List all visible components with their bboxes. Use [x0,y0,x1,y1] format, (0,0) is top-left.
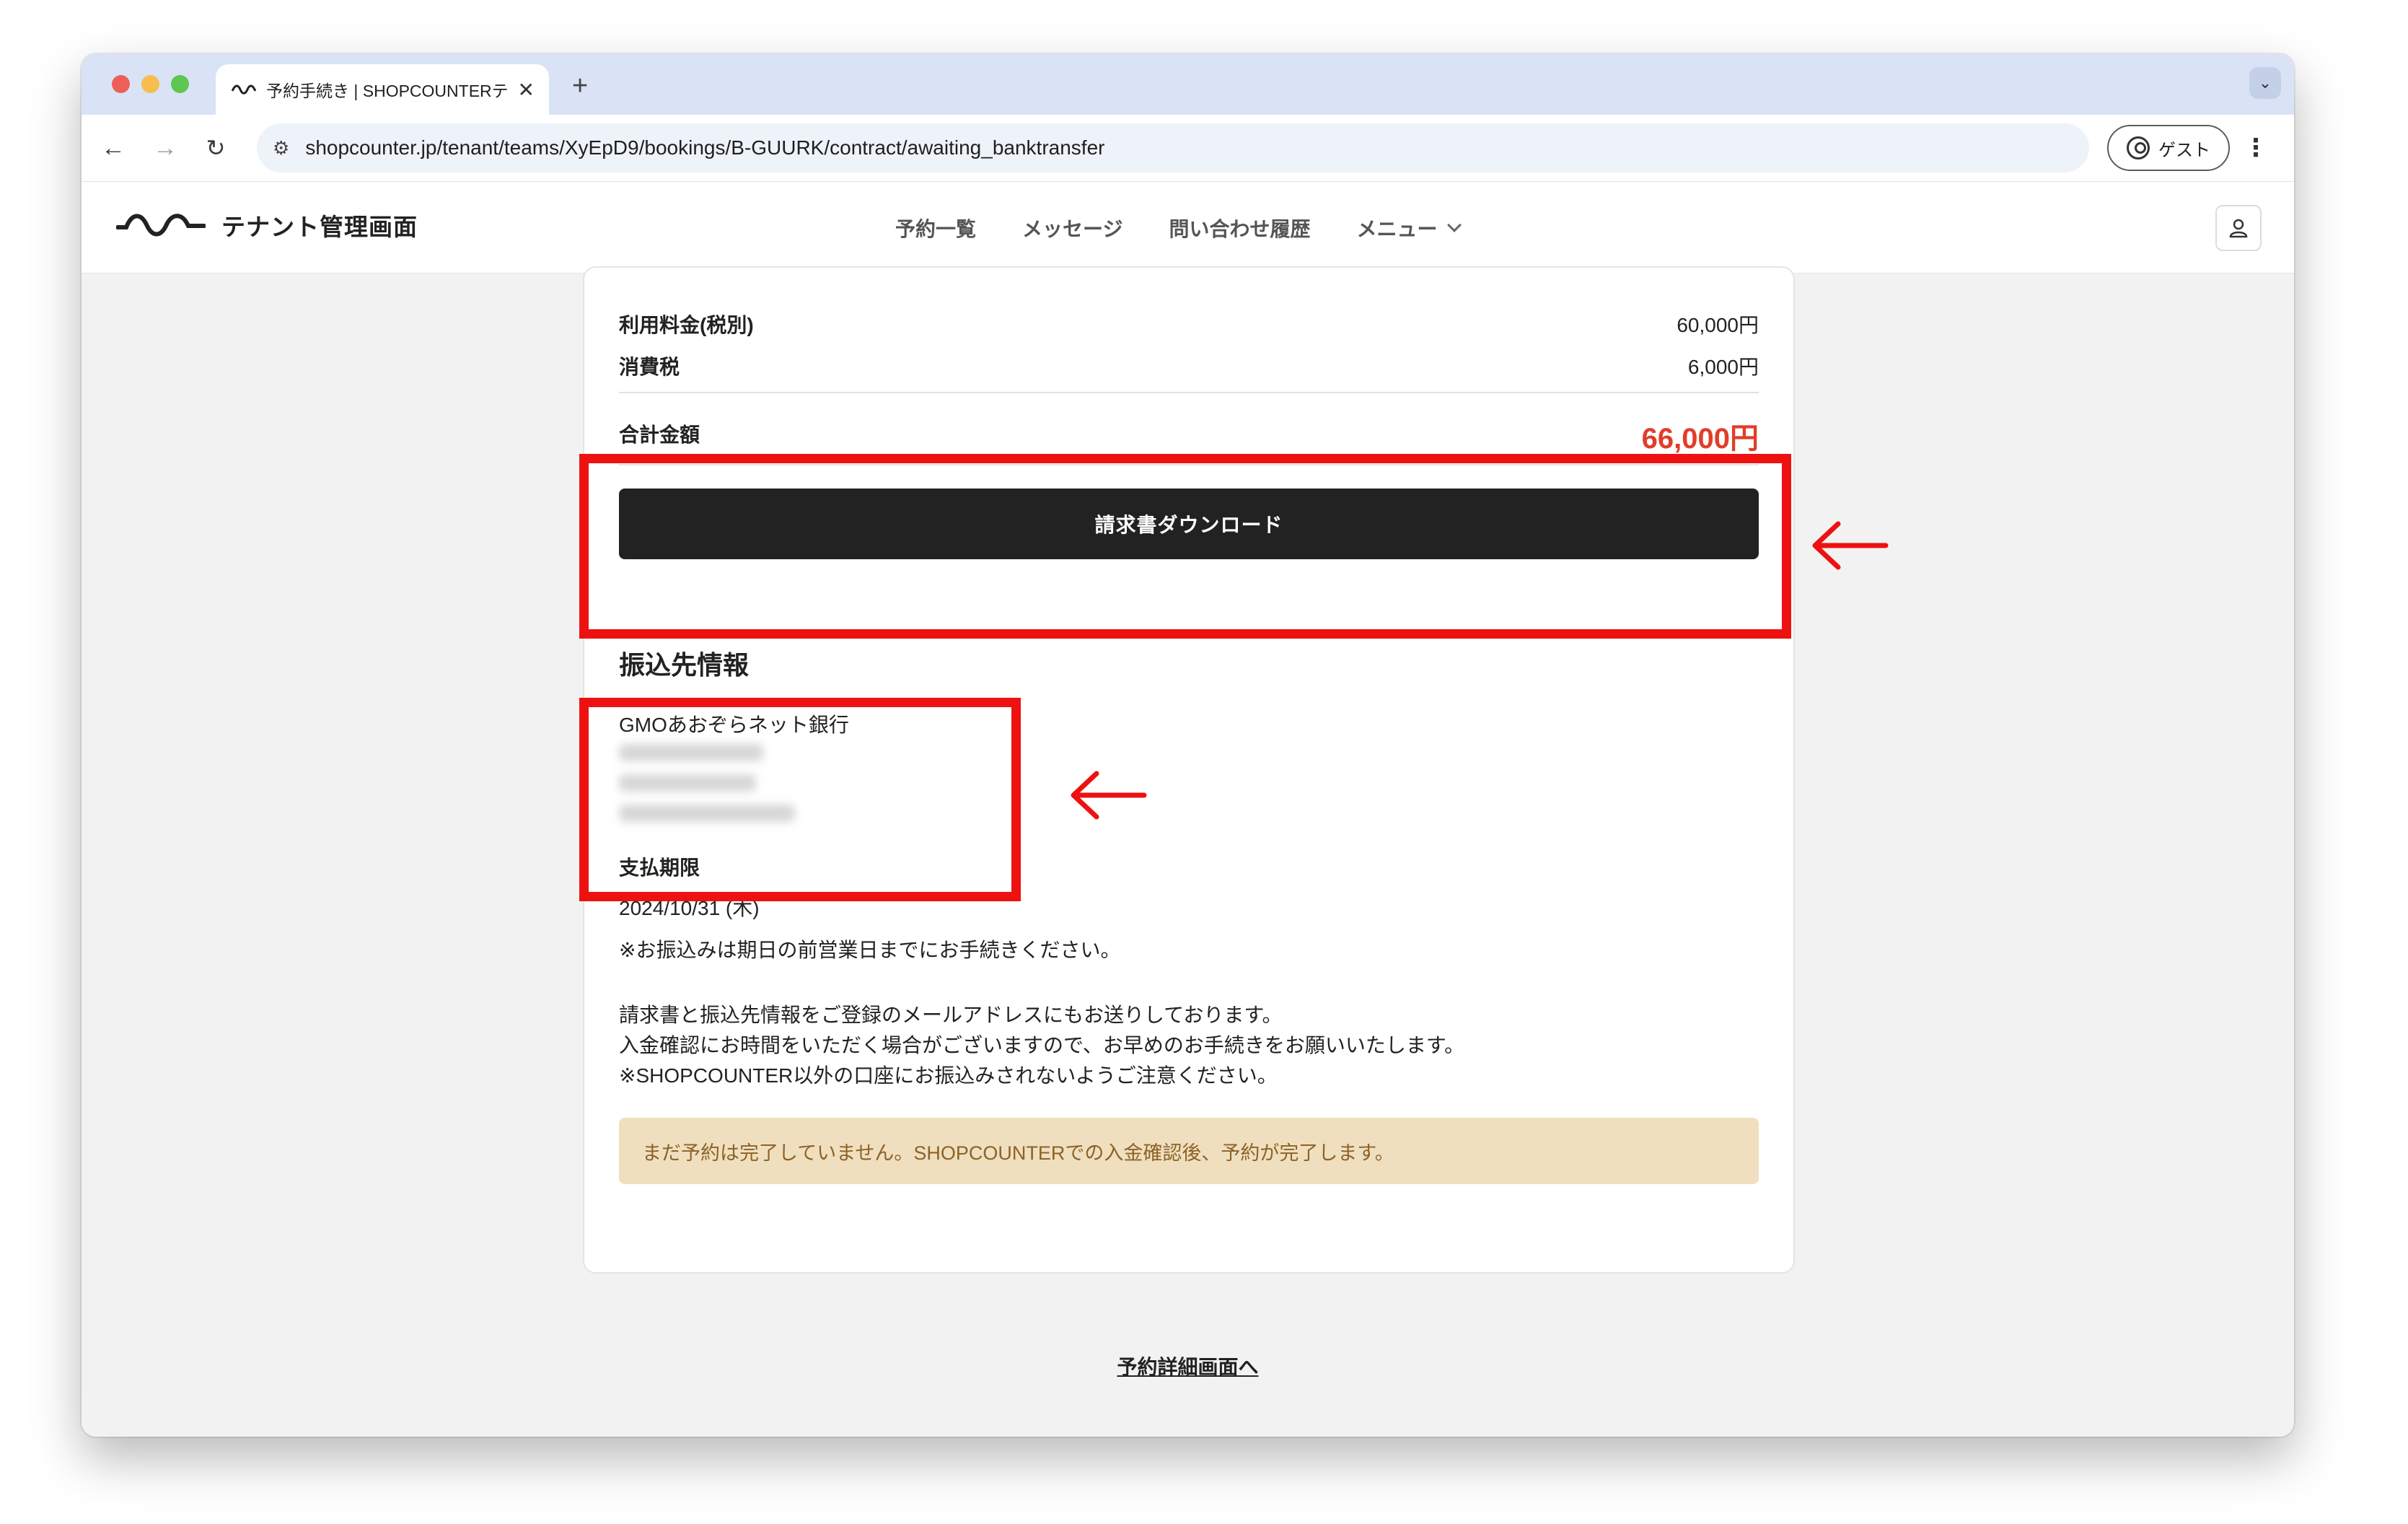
forward-button[interactable]: → [148,131,183,165]
app-header: テナント管理画面 予約一覧 メッセージ 問い合わせ履歴 メニュー [82,181,2294,273]
due-note: ※お振込みは期日の前営業日までにお手続きください。 [619,939,1121,961]
nav-menu-dropdown[interactable]: メニュー [1356,214,1462,242]
info-text: 入金確認にお時間をいただく場合がございますので、お早めのお手続きをお願いいたしま… [619,1034,1465,1056]
pending-notice: まだ予約は完了していません。SHOPCOUNTERでの入金確認後、予約が完了しま… [619,1118,1759,1184]
profile-label: ゲスト [2158,140,2210,160]
chevron-down-icon [1446,218,1462,232]
user-icon [2229,219,2248,238]
browser-window: 予約手続き | SHOPCOUNTERテ ✕ + ⌄ ← → ↻ ⚙ shopc… [82,54,2294,1437]
fee-row: 利用料金(税別) 60,000円 [619,310,1759,338]
tax-label: 消費税 [619,356,680,378]
profile-icon [2127,136,2150,159]
brand-title: テナント管理画面 [221,214,418,240]
booking-detail-link[interactable]: 予約詳細画面へ [82,1352,2294,1380]
maximize-window-button[interactable] [171,75,189,93]
tab-title: 予約手続き | SHOPCOUNTERテ [266,82,509,100]
transfer-section-title: 振込先情報 [619,650,750,680]
divider [619,392,1759,393]
browser-toolbar: ← → ↻ ⚙ shopcounter.jp/tenant/teams/XyEp… [82,115,2294,181]
total-row: 合計金額 66,000円 [619,419,1759,457]
info-text: ※SHOPCOUNTER以外の口座にお振込みされないようご注意ください。 [619,1064,1278,1087]
new-tab-button[interactable]: + [572,64,588,108]
fee-value: 60,000円 [1677,314,1759,336]
highlight-box-bank [579,698,1021,901]
url-text[interactable]: shopcounter.jp/tenant/teams/XyEpD9/booki… [305,136,1104,159]
tab-search-button[interactable]: ⌄ [2249,67,2281,99]
app-nav: 予約一覧 メッセージ 問い合わせ履歴 メニュー [895,182,1462,274]
user-account-button[interactable] [2215,205,2262,251]
brand[interactable]: テナント管理画面 [116,208,418,242]
reload-button[interactable]: ↻ [198,131,233,165]
total-value: 66,000円 [1641,423,1759,455]
site-settings-icon[interactable]: ⚙ [273,137,289,159]
close-window-button[interactable] [112,75,130,93]
profile-button[interactable]: ゲスト [2107,125,2230,171]
nav-menu-label: メニュー [1356,218,1438,240]
tax-value: 6,000円 [1687,356,1759,378]
tax-row: 消費税 6,000円 [619,351,1759,380]
nav-bookings[interactable]: 予約一覧 [895,214,976,242]
fee-label: 利用料金(税別) [619,314,754,336]
browser-tab[interactable]: 予約手続き | SHOPCOUNTERテ ✕ [216,64,549,115]
shopcounter-favicon-icon [232,84,256,95]
total-label: 合計金額 [619,424,700,446]
pending-notice-text: まだ予約は完了していません。SHOPCOUNTERでの入金確認後、予約が完了しま… [642,1142,1394,1164]
nav-inquiries[interactable]: 問い合わせ履歴 [1169,214,1310,242]
page-content: 利用料金(税別) 60,000円 消費税 6,000円 合計金額 66,000円… [82,266,2294,1437]
left-arrow-icon [1812,521,1889,570]
nav-messages[interactable]: メッセージ [1022,214,1122,242]
info-text: 請求書と振込先情報をご登録のメールアドレスにもお送りしております。 [619,1004,1283,1026]
highlight-box-download [579,454,1791,639]
back-button[interactable]: ← [96,131,131,165]
browser-menu-icon[interactable]: ⋮ [2241,131,2270,165]
shopcounter-logo-icon [116,214,206,237]
tab-close-icon[interactable]: ✕ [518,78,535,102]
left-arrow-icon [1071,771,1147,820]
address-bar[interactable]: ⚙ shopcounter.jp/tenant/teams/XyEpD9/boo… [257,123,2089,172]
minimize-window-button[interactable] [141,75,159,93]
tab-strip: 予約手続き | SHOPCOUNTERテ ✕ + ⌄ [82,54,2294,115]
